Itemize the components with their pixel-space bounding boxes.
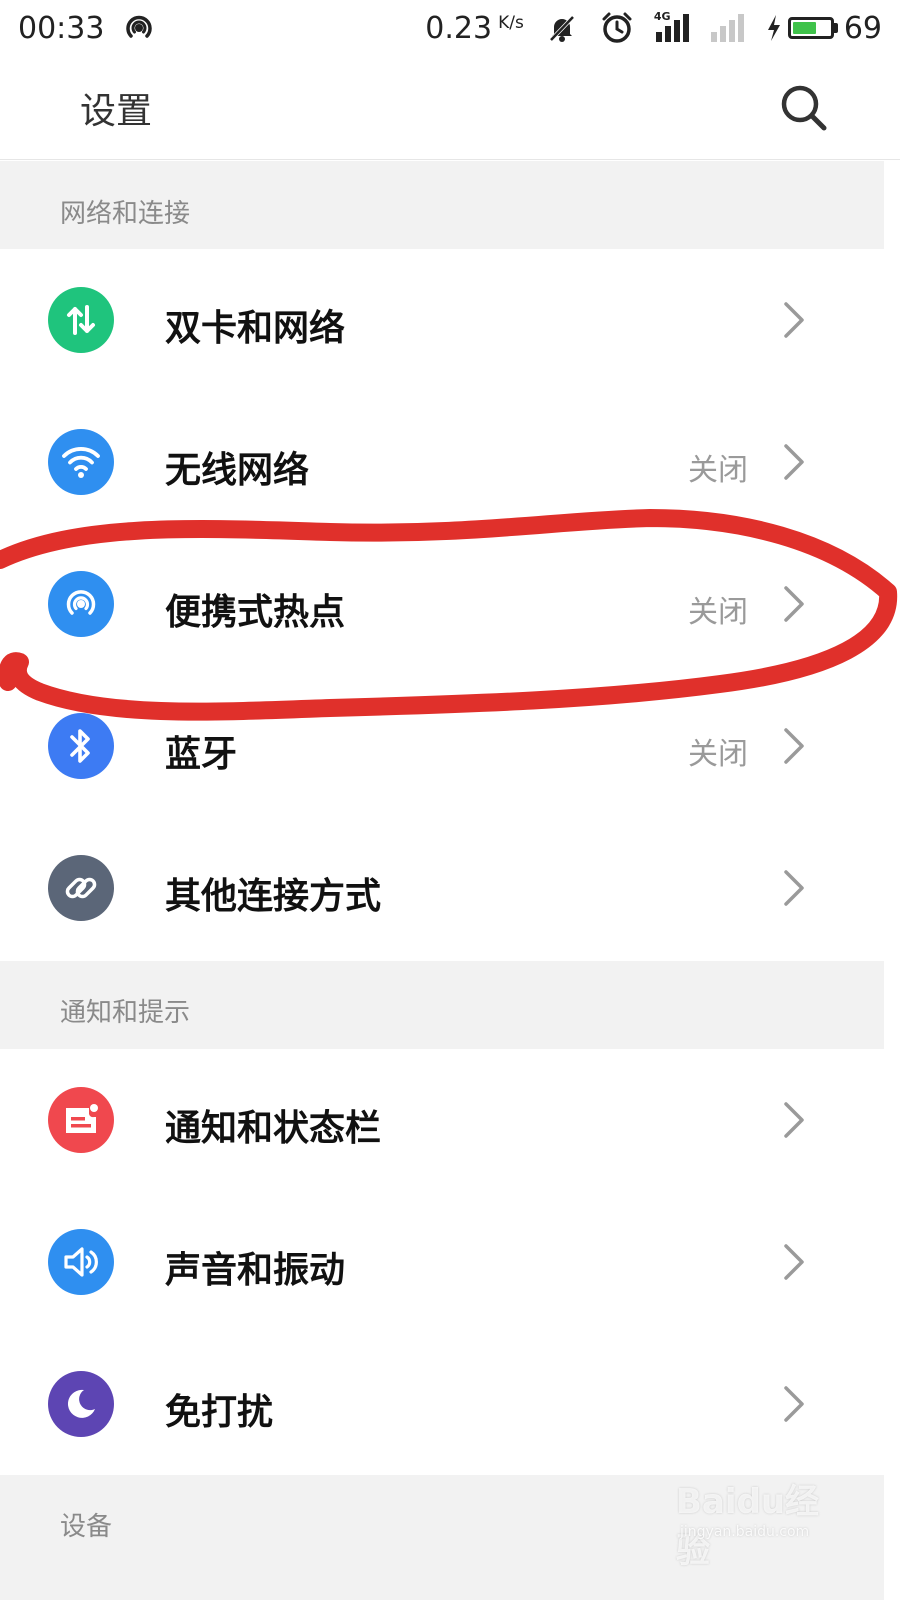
section-header-network: 网络和连接	[0, 161, 884, 249]
wifi-icon	[48, 429, 114, 495]
settings-item-label: 声音和振动	[165, 1250, 346, 1291]
alarm-icon	[600, 11, 634, 45]
battery-level-fill	[792, 22, 817, 34]
settings-item-label: 无线网络	[165, 450, 310, 491]
app-bar: 设置	[0, 56, 900, 160]
battery-indicator: 69	[766, 11, 882, 46]
settings-item-label: 便携式热点	[165, 592, 346, 633]
status-bar: 00:33 0.23 K/s 4G 69	[0, 0, 900, 56]
charging-icon	[766, 14, 782, 42]
speaker-icon	[48, 1229, 114, 1295]
link-icon	[48, 855, 114, 921]
settings-item-hotspot[interactable]: 便携式热点 关闭	[0, 533, 884, 675]
section-header-notifications: 通知和提示	[0, 961, 884, 1049]
settings-item-label: 通知和状态栏	[165, 1108, 382, 1149]
section-network: 双卡和网络 无线网络 关闭 便携式热点 关闭 蓝牙 关闭 其他连接方式	[0, 249, 884, 961]
chevron-right-icon	[784, 444, 804, 480]
notification-icon	[48, 1087, 114, 1153]
settings-item-value: 关闭	[688, 737, 748, 772]
chevron-right-icon	[784, 1386, 804, 1422]
network-speed: 0.23 K/s	[425, 10, 524, 46]
chevron-right-icon	[784, 728, 804, 764]
settings-item-label: 免打扰	[165, 1392, 274, 1433]
bell-off-icon	[546, 12, 578, 44]
settings-item-do-not-disturb[interactable]: 免打扰	[0, 1333, 884, 1475]
hotspot-icon	[122, 11, 156, 45]
section-notifications: 通知和状态栏 声音和振动 免打扰	[0, 1049, 884, 1475]
settings-item-value: 关闭	[688, 595, 748, 630]
chevron-right-icon	[784, 586, 804, 622]
search-icon	[781, 85, 827, 131]
hotspot-icon	[48, 571, 114, 637]
settings-item-notification-bar[interactable]: 通知和状态栏	[0, 1049, 884, 1191]
settings-item-label: 双卡和网络	[165, 308, 346, 349]
settings-item-label: 蓝牙	[165, 734, 238, 775]
settings-item-sound-vibration[interactable]: 声音和振动	[0, 1191, 884, 1333]
battery-percent: 69	[843, 10, 882, 46]
settings-item-value: 关闭	[688, 453, 748, 488]
settings-item-bluetooth[interactable]: 蓝牙 关闭	[0, 675, 884, 817]
page-title: 设置	[80, 91, 153, 132]
chevron-right-icon	[784, 1102, 804, 1138]
settings-item-wifi[interactable]: 无线网络 关闭	[0, 391, 884, 533]
chevron-right-icon	[784, 870, 804, 906]
search-button[interactable]	[776, 80, 830, 134]
watermark-logo: Baidu经验 jingyan.baidu.com	[676, 1482, 820, 1571]
settings-item-dual-sim[interactable]: 双卡和网络	[0, 249, 884, 391]
bluetooth-icon	[48, 713, 114, 779]
battery-icon	[787, 17, 834, 39]
settings-item-other-connections[interactable]: 其他连接方式	[0, 817, 884, 959]
chevron-right-icon	[784, 1244, 804, 1280]
signal-icon: 4G	[654, 10, 689, 42]
settings-item-label: 其他连接方式	[165, 876, 382, 917]
screen-edge	[884, 160, 900, 1600]
data-arrows-icon	[48, 287, 114, 353]
signal-off-icon	[710, 14, 744, 42]
moon-icon	[48, 1371, 114, 1437]
status-time: 00:33	[18, 10, 105, 46]
chevron-right-icon	[784, 302, 804, 338]
